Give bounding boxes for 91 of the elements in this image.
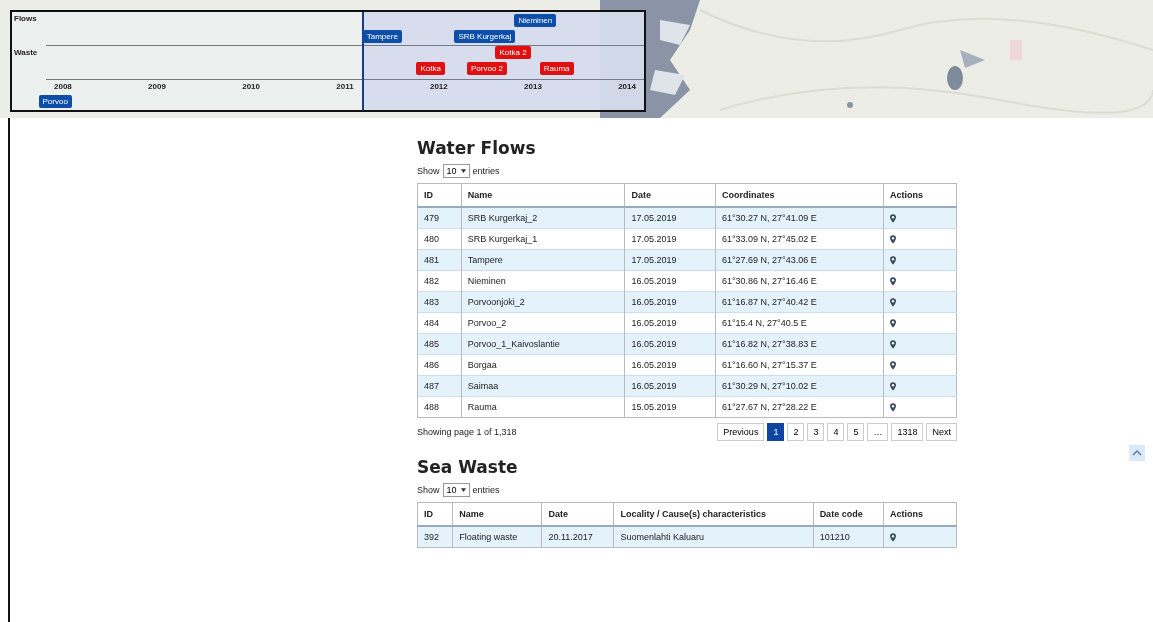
timeline-event[interactable]: Porvoo 2 [467,62,508,75]
table-cell: Saimaa [461,375,625,397]
show-label: Show [417,166,440,176]
chevron-up-icon [1132,448,1142,458]
table-cell: Porvoo_1_Kaivoslantie [461,333,625,355]
table-cell: 16.05.2019 [624,375,716,397]
map-pin-icon[interactable] [890,255,896,265]
caret-icon [460,488,466,492]
column-header[interactable]: ID [417,502,453,526]
axis-label: 2011 [336,82,354,91]
map-pin-icon[interactable] [890,360,896,370]
column-header[interactable]: Date [541,502,614,526]
table-cell: 487 [417,375,462,397]
page-button[interactable]: 1 [767,423,785,441]
table-cell: 17.05.2019 [624,207,716,229]
column-header[interactable]: Date [624,183,716,207]
map-pin-icon[interactable] [890,402,896,412]
page-size-select[interactable]: 10 [442,483,470,497]
table-cell: 101210 [813,526,884,548]
axis-label: 2008 [54,82,72,91]
scroll-top-button[interactable] [1129,445,1145,461]
timeline-event[interactable]: Nieminen [514,14,557,27]
row-label: Waste [14,48,38,57]
map-pin-icon[interactable] [890,213,896,223]
caret-icon [460,169,466,173]
page-info: Showing page 1 of 1,318 [417,427,517,437]
table-cell: 61°30.27 N, 27°41.09 E [715,207,884,229]
table-cell: 488 [417,396,462,418]
row-label: Flows [14,14,37,23]
axis-label: 2012 [429,82,448,91]
page-button[interactable]: 2 [787,423,805,441]
timeline-event[interactable]: Kotka [416,62,445,75]
table-cell: 61°27.67 N, 27°28.22 E [715,396,884,418]
page-button[interactable]: 4 [827,423,845,441]
timeline-event[interactable]: Porvoo [38,95,72,108]
table-cell: SRB Kurgerkaj_2 [461,207,625,229]
section-title: Water Flows [417,138,537,158]
page-size-select[interactable]: 10 [442,164,470,178]
map-pin-icon[interactable] [890,297,896,307]
axis-label: 2009 [148,82,166,91]
map-pin-icon[interactable] [890,276,896,286]
column-header[interactable]: ID [417,183,462,207]
table-cell: 16.05.2019 [624,291,716,313]
timeline-event[interactable]: Rauma [539,62,574,75]
column-header[interactable]: Name [452,502,542,526]
column-header[interactable]: Name [461,183,625,207]
table-cell: 16.05.2019 [624,333,716,355]
table-cell: 479 [417,207,462,229]
table-cell: Suomenlahti Kaluaru [613,526,814,548]
entries-label: entries [472,166,500,176]
page-button[interactable]: 5 [847,423,865,441]
map-pin-icon[interactable] [890,234,896,244]
column-header[interactable]: Date code [813,502,884,526]
table-cell: Rauma [461,396,625,418]
page-button[interactable]: … [867,423,889,441]
page-button[interactable]: 3 [807,423,825,441]
table-cell: Floating waste [452,526,542,548]
axis-label: 2014 [618,82,636,91]
page-button[interactable]: Previous [717,423,765,441]
table-cell: 61°16.82 N, 27°38.83 E [715,333,884,355]
column-header[interactable]: Locality / Cause(s) characteristics [613,502,814,526]
entries-label: entries [472,485,500,495]
axis-label: 2010 [242,82,260,91]
timeline-event[interactable]: Kotka 2 [495,46,531,59]
column-header[interactable]: Actions [883,502,957,526]
column-header[interactable]: Actions [883,183,957,207]
map-pin-icon[interactable] [890,381,896,391]
axis-label: 2013 [524,82,542,91]
table-cell: 481 [417,249,462,271]
timeline-event[interactable]: SRB Kurgerkaj [454,30,516,43]
timeline-event[interactable]: Tampere [362,30,402,43]
table-cell: 17.05.2019 [624,249,716,271]
table-cell: Tampere [461,249,625,271]
table-cell: 20.11.2017 [541,526,614,548]
table-cell: Porvoonjoki_2 [461,291,625,313]
page-button[interactable]: Next [926,423,957,441]
table-cell: 392 [417,526,453,548]
table-cell: 483 [417,291,462,313]
map-pin-icon[interactable] [890,339,896,349]
table-cell: 15.05.2019 [624,396,716,418]
show-label: Show [417,485,440,495]
map-pin-icon[interactable] [890,532,896,542]
section-title: Sea Waste [417,457,519,477]
page-button[interactable]: 1318 [891,423,924,441]
column-header[interactable]: Coordinates [715,183,884,207]
table-cell: 61°30.29 N, 27°10.02 E [715,375,884,397]
table-cell: 61°27.69 N, 27°43.06 E [715,249,884,271]
map-pin-icon[interactable] [890,318,896,328]
table-cell: 61°16.87 N, 27°40.42 E [715,291,884,313]
table-cell: 485 [417,333,462,355]
selected-range[interactable] [362,12,644,110]
